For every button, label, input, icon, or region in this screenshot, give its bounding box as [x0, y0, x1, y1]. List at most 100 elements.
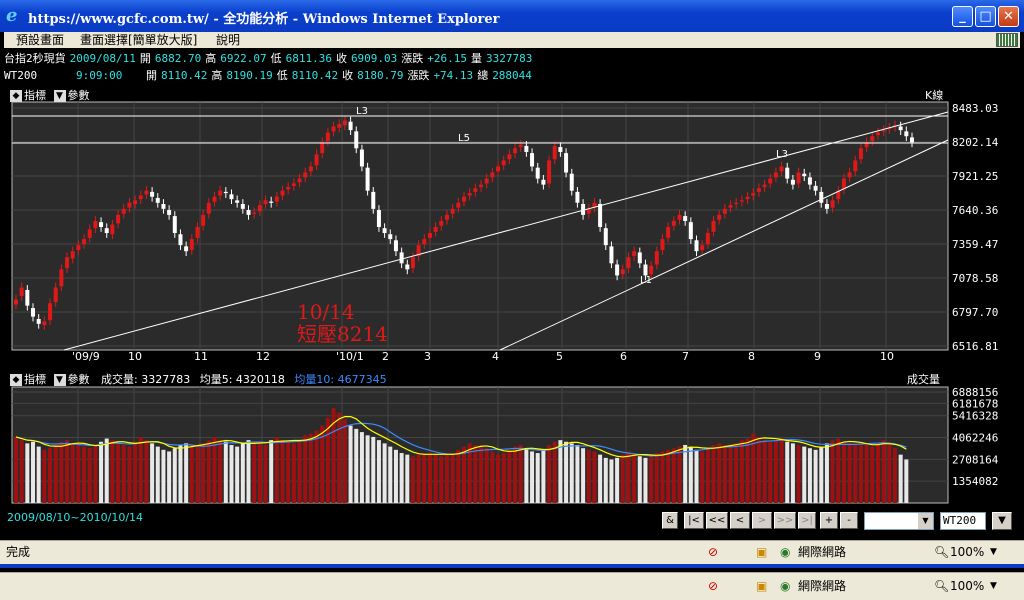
kline-x-tick: '09/9 [72, 350, 100, 363]
volume-bar [376, 440, 381, 503]
candle-body [212, 196, 217, 202]
volume-bar [212, 436, 217, 503]
volume-bar [904, 459, 909, 503]
volume-bar [206, 440, 211, 503]
volume-bar [235, 446, 240, 503]
volume-bar [121, 444, 126, 503]
security-icon: ▣ [756, 545, 768, 559]
volume-bar [291, 443, 296, 503]
symbol-dropdown-icon[interactable]: ▼ [992, 512, 1012, 530]
volume-bar [99, 441, 104, 503]
zoom-icon[interactable]: 🔍︎ [934, 577, 949, 596]
volume-bar [76, 444, 81, 503]
candle-body [773, 172, 778, 178]
candle-body [654, 251, 659, 265]
period-select[interactable]: ▼ [864, 512, 934, 530]
volume-bar [688, 446, 693, 503]
candle-body [195, 226, 200, 238]
popup-blocked-icon[interactable]: ⊘ [708, 543, 718, 562]
volume-bar [116, 443, 121, 503]
chevron-down-icon[interactable]: ▼ [918, 513, 933, 529]
volume-bar [547, 444, 552, 503]
prev-button[interactable]: < [730, 512, 750, 529]
first-button[interactable]: |< [684, 512, 704, 529]
volume-bar [785, 441, 790, 503]
zoom-level[interactable]: 100% [950, 577, 984, 596]
kline-x-tick: 9 [814, 350, 821, 363]
volume-bar [564, 441, 569, 503]
status-text: 完成 [6, 545, 31, 559]
popup-blocked-icon[interactable]: ⊘ [708, 577, 718, 596]
volume-bar [643, 457, 648, 503]
candle-body [507, 154, 512, 160]
volume-bar [711, 444, 716, 503]
diamond-icon[interactable]: ◆ [10, 374, 22, 386]
volume-bar [762, 440, 767, 503]
volume-bar [70, 443, 75, 503]
volume-bar [507, 449, 512, 503]
candle-body [427, 233, 432, 238]
volume-param-label[interactable]: 參數 [68, 373, 90, 386]
zoom-dropdown-icon[interactable]: ▼ [990, 577, 997, 596]
volume-bar [297, 440, 302, 503]
zoom-level[interactable]: 100% [950, 543, 984, 562]
ma5-readout: 均量5: 4320118 [199, 373, 285, 386]
volume-bar [530, 451, 535, 503]
candle-body [133, 200, 138, 204]
volume-bar [274, 436, 279, 503]
dropdown-arrow-icon[interactable]: ▼ [53, 374, 66, 386]
candle-body [785, 167, 790, 179]
candle-body [881, 130, 886, 132]
zoom-icon[interactable]: 🔍︎ [934, 543, 949, 562]
amp-button[interactable]: & [662, 512, 678, 529]
volume-bar [427, 453, 432, 503]
volume-bar [671, 448, 676, 503]
prev-page-button[interactable]: << [706, 512, 728, 529]
volume-bar [246, 440, 251, 503]
candle-body [99, 222, 104, 227]
candle-body [637, 252, 642, 264]
last-button[interactable]: >| [798, 512, 816, 529]
kline-x-tick: 8 [748, 350, 755, 363]
volume-bar [456, 449, 461, 503]
globe-icon: ◉ [780, 579, 791, 593]
volume-bar [677, 446, 682, 503]
candle-body [127, 202, 132, 208]
symbol-input[interactable]: WT200 [940, 512, 986, 530]
volume-bar [626, 451, 631, 503]
kline-x-tick: 3 [424, 350, 431, 363]
volume-bar [875, 443, 880, 503]
candle-body [768, 178, 773, 184]
volume-bar [796, 444, 801, 503]
chart-canvas: 8483.03 8202.14 7921.25 7640.36 7359.47 7078.… [4, 84, 1020, 504]
kline-param-label[interactable]: 參數 [68, 89, 90, 102]
zoom-dropdown-icon[interactable]: ▼ [990, 543, 997, 562]
candle-body [184, 246, 189, 252]
volume-bar [82, 446, 87, 503]
volume-bar [410, 456, 415, 503]
volume-bar [393, 449, 398, 503]
volume-bar [524, 448, 529, 503]
volume-bar [144, 440, 149, 503]
candle-body [745, 196, 750, 200]
volume-indicator-label[interactable]: 指標 [24, 373, 46, 386]
candle-body [269, 201, 274, 203]
zoom-in-button[interactable]: + [820, 512, 838, 529]
kline-indicator-label[interactable]: 指標 [24, 89, 46, 102]
next-button[interactable]: > [752, 512, 772, 529]
candle-body [564, 153, 569, 173]
next-page-button[interactable]: >> [774, 512, 796, 529]
candle-body [620, 269, 625, 275]
candle-body [410, 257, 415, 269]
candle-body [365, 167, 370, 191]
diamond-icon[interactable]: ◆ [10, 90, 22, 102]
volume-bar [490, 451, 495, 503]
kline-x-tick: '10/1 [336, 350, 364, 363]
zoom-out-button[interactable]: - [840, 512, 858, 529]
volume-bar [773, 440, 778, 503]
candle-body [223, 191, 228, 194]
dropdown-arrow-icon[interactable]: ▼ [53, 90, 66, 102]
candle-body [371, 191, 376, 209]
volume-bar [745, 438, 750, 503]
volume-bar [864, 444, 869, 503]
